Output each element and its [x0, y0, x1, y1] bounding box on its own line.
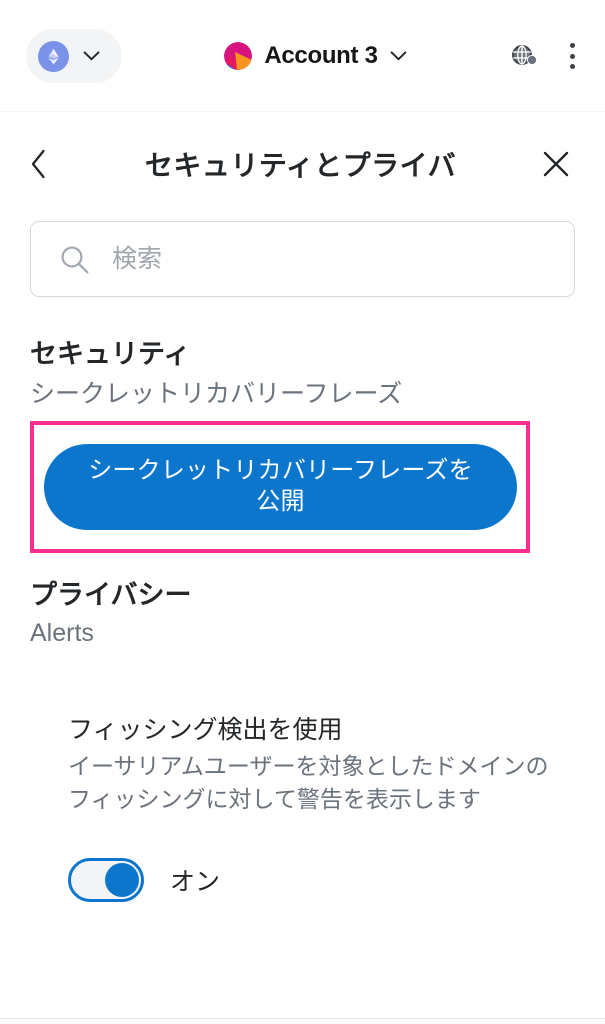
account-avatar: [224, 42, 253, 70]
ethereum-icon: [38, 40, 69, 72]
account-selector-area: Account 3: [122, 38, 509, 74]
app-top-bar: Account 3: [0, 0, 605, 112]
global-connection-icon[interactable]: [509, 41, 539, 71]
close-button[interactable]: [531, 144, 571, 184]
search-field-container[interactable]: [30, 221, 575, 297]
toggle-knob: [105, 862, 139, 897]
secret-recovery-phrase-label: シークレットリカバリーフレーズ: [30, 379, 403, 408]
phishing-detection-label: フィッシング検出を使用: [68, 715, 343, 744]
search-input[interactable]: [112, 244, 546, 274]
back-button[interactable]: [30, 144, 70, 184]
kebab-menu-icon[interactable]: [569, 41, 575, 71]
page-title: セキュリティとプライバ: [144, 150, 457, 181]
bottom-divider: [0, 1018, 605, 1019]
reveal-srp-highlight-box: シークレットリカバリーフレーズを公開: [30, 421, 530, 553]
account-name-label: Account 3: [264, 42, 378, 69]
phishing-detection-setting: フィッシング検出を使用 イーサリアムユーザーを対象としたドメインのフィッシングに…: [68, 714, 575, 902]
alerts-subheading: Alerts: [30, 618, 94, 647]
settings-content: セキュリティ シークレットリカバリーフレーズ シークレットリカバリーフレーズを公…: [0, 216, 605, 1024]
reveal-secret-recovery-phrase-button[interactable]: シークレットリカバリーフレーズを公開: [44, 444, 517, 530]
account-selector-button[interactable]: Account 3: [218, 38, 412, 74]
app-bar-actions: [509, 41, 579, 71]
settings-page-header: セキュリティとプライバ: [0, 112, 605, 216]
chevron-left-icon: [31, 149, 45, 179]
kebab-dots: [569, 41, 575, 71]
privacy-section-heading: プライバシー: [30, 579, 192, 610]
chevron-down-icon: [390, 51, 407, 61]
phishing-detection-description: イーサリアムユーザーを対象としたドメインのフィッシングに対して警告を表示します: [68, 753, 549, 812]
toggle-state-label: オン: [170, 867, 221, 896]
chevron-down-icon: [83, 51, 100, 61]
close-icon: [543, 151, 569, 177]
phishing-detection-toggle-row: オン: [68, 857, 575, 902]
network-selector-button[interactable]: [26, 29, 122, 83]
security-section-heading: セキュリティ: [30, 339, 191, 369]
search-icon: [61, 246, 89, 273]
phishing-detection-toggle[interactable]: [68, 857, 144, 902]
metamask-app-window: Account 3 セキュリティとプライバ 検索 セキュリティ シークレットリカ…: [0, 0, 605, 1024]
